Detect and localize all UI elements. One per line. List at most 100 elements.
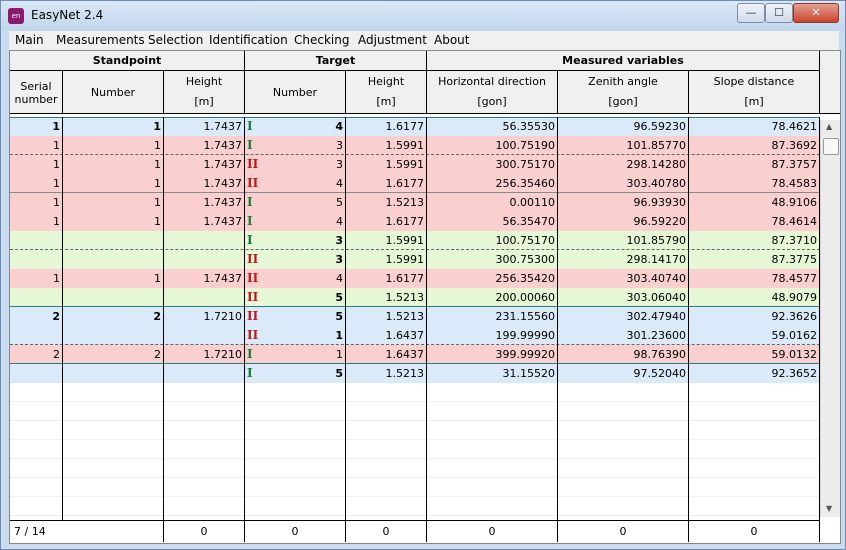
cell-horizontal-direction: 231.15560 (495, 310, 556, 323)
cell-target-number: 3 (335, 253, 343, 266)
cell-target-height: 1.5991 (385, 234, 425, 247)
cell-target-height: 1.6177 (385, 215, 425, 228)
menu-checking[interactable]: Checking (294, 33, 349, 47)
cell-zenith-angle: 298.14280 (626, 158, 687, 171)
cell-standpoint-height: 1.7437 (203, 120, 243, 133)
cell-serial: 1 (53, 272, 60, 285)
menu-selection[interactable]: Selection (148, 33, 203, 47)
title-bar[interactable]: en EasyNet 2.4 — ☐ ✕ (1, 1, 845, 31)
header-target-number[interactable]: Number (245, 71, 346, 114)
cell-zenith-angle: 303.40740 (626, 272, 687, 285)
cell-standpoint-height (164, 288, 245, 307)
cell-horizontal-direction: 200.00060 (495, 291, 556, 304)
cell-target-height: 1.5991 (385, 253, 425, 266)
cell-standpoint-height (164, 231, 245, 250)
cell-standpoint-height (164, 326, 245, 345)
table-row[interactable]: 1 1 1.7437 3 1.5991 100.75190 101.85770 87.3692… (10, 136, 820, 155)
face-indicator-icon: I (247, 233, 253, 247)
cell-horizontal-direction: 100.75170 (495, 234, 556, 247)
row-separator (10, 117, 820, 118)
table-row[interactable]: 2 2 1.7210 1 1.6437 399.99920 98.76390 59.0132 I (10, 345, 820, 364)
column-divider (345, 117, 346, 520)
header-target-height[interactable]: Height [m] (346, 71, 427, 114)
grid-line (10, 515, 820, 516)
table-row[interactable]: 3 1.5991 300.75300 298.14170 87.3775 II (10, 250, 820, 269)
table-row[interactable]: 1 1 1.7437 4 1.6177 56.35470 96.59220 78.4614 I (10, 212, 820, 231)
grid-line (10, 420, 820, 421)
close-button[interactable]: ✕ (793, 3, 839, 23)
vertical-scrollbar[interactable]: ▲ ▼ (820, 120, 840, 517)
cell-target-height: 1.5213 (385, 196, 425, 209)
header-standpoint-number[interactable]: Number (63, 71, 164, 114)
cell-serial: 2 (52, 310, 60, 323)
table-row[interactable]: 5 1.5213 31.15520 97.52040 92.3652 I (10, 364, 820, 383)
cell-zenith-angle: 101.85790 (626, 234, 687, 247)
cell-zenith-angle: 97.52040 (633, 367, 687, 380)
scrollbar-thumb[interactable] (823, 138, 839, 155)
cell-zenith-angle: 303.40780 (626, 177, 687, 190)
cell-horizontal-direction: 300.75170 (495, 158, 556, 171)
header-horizontal-direction[interactable]: Horizontal direction [gon] (427, 71, 558, 114)
cell-zenith-angle: 96.93930 (633, 196, 687, 209)
scroll-up-icon[interactable]: ▲ (826, 122, 832, 131)
cell-target-height: 1.5991 (385, 139, 425, 152)
table-row[interactable]: 1 1 1.7437 4 1.6177 56.35530 96.59230 78.4621 I (10, 117, 820, 136)
cell-serial: 1 (52, 120, 60, 133)
column-divider (244, 117, 245, 520)
cell-horizontal-direction: 399.99920 (495, 348, 556, 361)
header-unit: [gon] (477, 95, 507, 108)
table-row[interactable]: 2 2 1.7210 5 1.5213 231.15560 302.47940 92.3626… (10, 307, 820, 326)
cell-zenith-angle: 302.47940 (626, 310, 687, 323)
minimize-button[interactable]: — (737, 3, 765, 23)
cell-serial: 1 (53, 139, 60, 152)
scroll-down-icon[interactable]: ▼ (826, 504, 832, 513)
table-row[interactable]: 3 1.5991 100.75170 101.85790 87.3710 I (10, 231, 820, 250)
cell-slope-distance: 78.4583 (771, 177, 818, 190)
header-serial-number[interactable]: Serial number (10, 71, 63, 114)
header-slope-distance[interactable]: Slope distance [m] (689, 71, 820, 114)
grid-line (10, 439, 820, 440)
face-indicator-icon: I (247, 119, 253, 133)
maximize-button[interactable]: ☐ (765, 3, 793, 23)
cell-target-number: 4 (336, 272, 343, 285)
cell-zenith-angle: 98.76390 (633, 348, 687, 361)
summary-footer: 7 / 14 0 0 0 0 0 0 (10, 520, 820, 542)
cell-target-number: 4 (335, 120, 343, 133)
cell-standpoint-number: 1 (153, 120, 161, 133)
face-indicator-icon: I (247, 138, 253, 152)
grid-line (10, 477, 820, 478)
menu-measurements[interactable]: Measurements (56, 33, 145, 47)
cell-serial: 2 (53, 348, 60, 361)
cell-slope-distance: 87.3710 (771, 234, 818, 247)
table-row[interactable]: 1 1.6437 199.99990 301.23600 59.0162 II (10, 326, 820, 345)
header-label: Height (367, 75, 405, 88)
measurements-grid: Standpoint Target Measured variables Ser… (9, 50, 841, 544)
menu-about[interactable]: About (434, 33, 469, 47)
cell-serial: 1 (53, 177, 60, 190)
footer-count-target-number: 0 (245, 521, 346, 542)
cell-standpoint-number (63, 231, 164, 250)
header-label: Height (185, 75, 223, 88)
cell-slope-distance: 48.9079 (771, 291, 818, 304)
cell-horizontal-direction: 256.35420 (495, 272, 556, 285)
table-row[interactable]: 1 1 1.7437 4 1.6177 256.35460 303.40780 78.4583… (10, 174, 820, 193)
header-measured-variables: Measured variables (427, 51, 820, 71)
menu-adjustment[interactable]: Adjustment (358, 33, 427, 47)
table-row[interactable]: 1 1 1.7437 3 1.5991 300.75170 298.14280 87.3757… (10, 155, 820, 174)
cell-slope-distance: 87.3775 (771, 253, 818, 266)
table-row[interactable]: 1 1 1.7437 4 1.6177 256.35420 303.40740 78.4577… (10, 269, 820, 288)
cell-target-height: 1.5213 (385, 310, 425, 323)
cell-serial: 1 (53, 215, 60, 228)
cell-standpoint-height: 1.7437 (203, 139, 243, 152)
cell-standpoint-height: 1.7437 (203, 215, 243, 228)
cell-target-number: 4 (336, 215, 343, 228)
table-row[interactable]: 1 1 1.7437 5 1.5213 0.00110 96.93930 48.9106 I (10, 193, 820, 212)
header-standpoint-height[interactable]: Height [m] (164, 71, 245, 114)
cell-target-number: 5 (335, 310, 343, 323)
header-label: Slope distance (713, 75, 795, 88)
table-row[interactable]: 5 1.5213 200.00060 303.06040 48.9079 II (10, 288, 820, 307)
cell-standpoint-number: 2 (153, 310, 161, 323)
menu-main[interactable]: Main (15, 33, 44, 47)
header-zenith-angle[interactable]: Zenith angle [gon] (558, 71, 689, 114)
menu-identification[interactable]: Identification (209, 33, 288, 47)
